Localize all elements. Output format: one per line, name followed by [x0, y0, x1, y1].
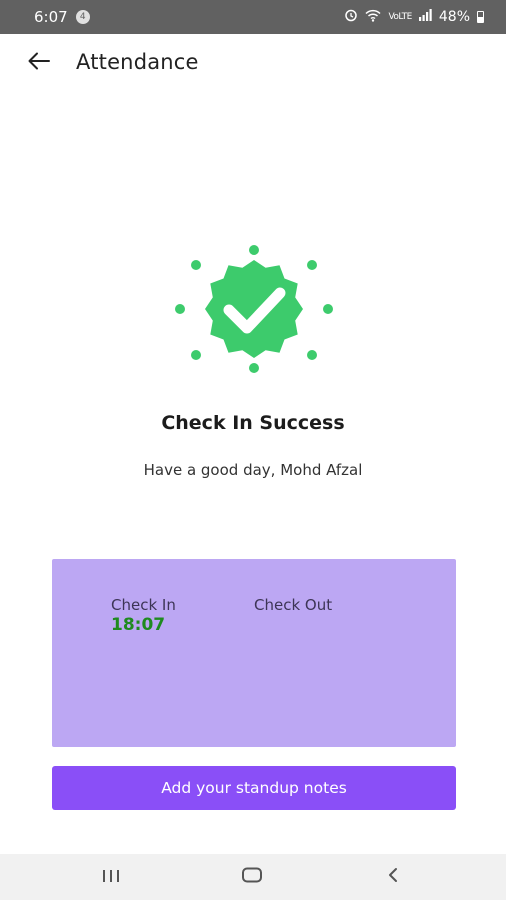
status-left: 6:07 4 [34, 8, 90, 26]
check-in-time: 18:07 [111, 615, 166, 635]
home-icon [241, 867, 263, 887]
battery-icon [477, 11, 484, 23]
app-bar: Attendance [0, 34, 506, 92]
attendance-time-card: Check In 18:07 Check Out [52, 559, 456, 747]
verified-check-badge-icon [172, 243, 336, 375]
page-title: Attendance [76, 50, 199, 74]
check-out-label: Check Out [254, 596, 333, 614]
notification-badge: 4 [75, 10, 90, 24]
check-out-column: Check Out [254, 596, 332, 615]
greeting-message: Have a good day, Mohd Afzal [143, 461, 363, 479]
wifi-icon [365, 9, 381, 26]
check-in-column: Check In 18:07 [111, 596, 176, 635]
status-right: VoLTE 48% [344, 8, 484, 26]
back-chevron-icon [386, 867, 400, 887]
network-label: VoLTE [388, 11, 412, 22]
status-bar: 6:07 4 VoLTE 48% [0, 0, 506, 34]
alarm-icon [344, 8, 358, 26]
arrow-left-icon [28, 52, 50, 74]
home-button[interactable] [237, 865, 267, 889]
battery-percent: 48% [438, 9, 470, 25]
recents-icon [101, 868, 121, 887]
signal-icon [418, 9, 432, 25]
system-nav-bar [0, 854, 506, 900]
success-title: Check In Success [161, 412, 345, 434]
back-button[interactable] [22, 46, 56, 80]
nav-back-button[interactable] [378, 865, 408, 889]
add-standup-notes-button[interactable]: Add your standup notes [52, 766, 456, 810]
status-time: 6:07 [34, 8, 68, 26]
recents-button[interactable] [96, 865, 126, 889]
check-in-label: Check In [111, 596, 176, 614]
